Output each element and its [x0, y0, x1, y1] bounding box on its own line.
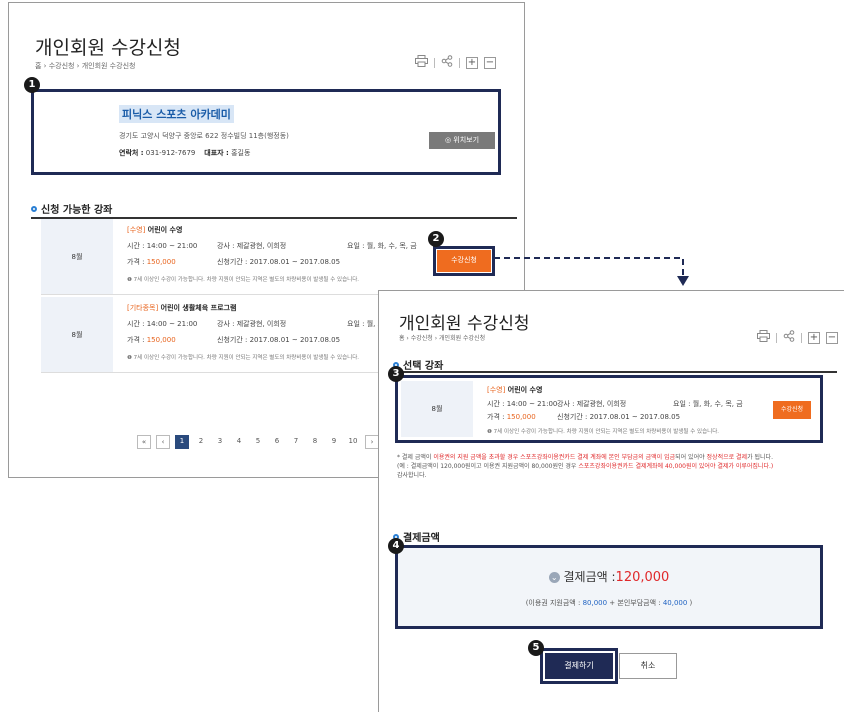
course-price: 가격 : 150,000: [487, 413, 536, 421]
course-name: [수영] 어린이 수영: [487, 386, 543, 394]
notice-line-3: 감사합니다.: [397, 472, 427, 479]
breadcrumb: 홈 › 수강신청 › 개인회원 수강신청: [399, 335, 486, 342]
page-title: 개인회원 수강신청: [399, 314, 530, 334]
course-teacher: 강사 : 제갈광현, 이희정: [557, 400, 627, 408]
step-marker-3: 3: [388, 366, 404, 382]
step-marker-4: 4: [388, 538, 404, 554]
zoom-in-icon[interactable]: +: [808, 331, 820, 344]
course-days: 요일 : 월, 화, 수, 목, 금: [673, 400, 743, 408]
zoom-out-icon[interactable]: −: [826, 331, 838, 344]
payment-panel: 개인회원 수강신청 홈 › 수강신청 › 개인회원 수강신청 + − 선택 강좌…: [378, 290, 844, 712]
divider: [801, 332, 802, 343]
pay-button[interactable]: 결제하기: [540, 648, 618, 684]
notice-line-2: (예 : 결제금액이 120,000원이고 이용권 지원금액이 80,000원인…: [397, 463, 774, 470]
share-icon[interactable]: [783, 330, 795, 345]
payment-breakdown: (이용권 지원금액 : 80,000 + 본인부담금액 : 40,000 ): [525, 599, 693, 607]
payment-total: ⌄ 결제금액 :120,000: [398, 568, 820, 585]
course-period: 신청기간 : 2017.08.01 ~ 2017.08.05: [557, 413, 681, 421]
page-tools: + −: [757, 330, 838, 345]
cancel-button[interactable]: 취소: [619, 653, 677, 679]
notice-line-1: * 결제 금액이 이용권의 지원 금액을 초과할 경우 스포츠강좌이용권카드 결…: [397, 454, 773, 461]
section-divider: [393, 371, 837, 373]
payment-notice: * 결제 금액이 이용권의 지원 금액을 초과할 경우 스포츠강좌이용권카드 결…: [397, 453, 827, 480]
chevron-down-icon: ⌄: [548, 572, 560, 583]
divider: [776, 332, 777, 343]
apply-button[interactable]: 수강신청: [773, 401, 811, 419]
course-time: 시간 : 14:00 ~ 21:00: [487, 400, 558, 408]
course-month: 8월: [401, 381, 473, 437]
course-note: ❶ 7세 이상인 수강이 가능합니다. 차량 지원이 안되는 지역은 별도의 차…: [487, 429, 719, 435]
payment-amount-box: ⌄ 결제금액 :120,000 (이용권 지원금액 : 80,000 + 본인부…: [395, 545, 823, 629]
step-marker-5: 5: [528, 640, 544, 656]
print-icon[interactable]: [757, 330, 770, 345]
